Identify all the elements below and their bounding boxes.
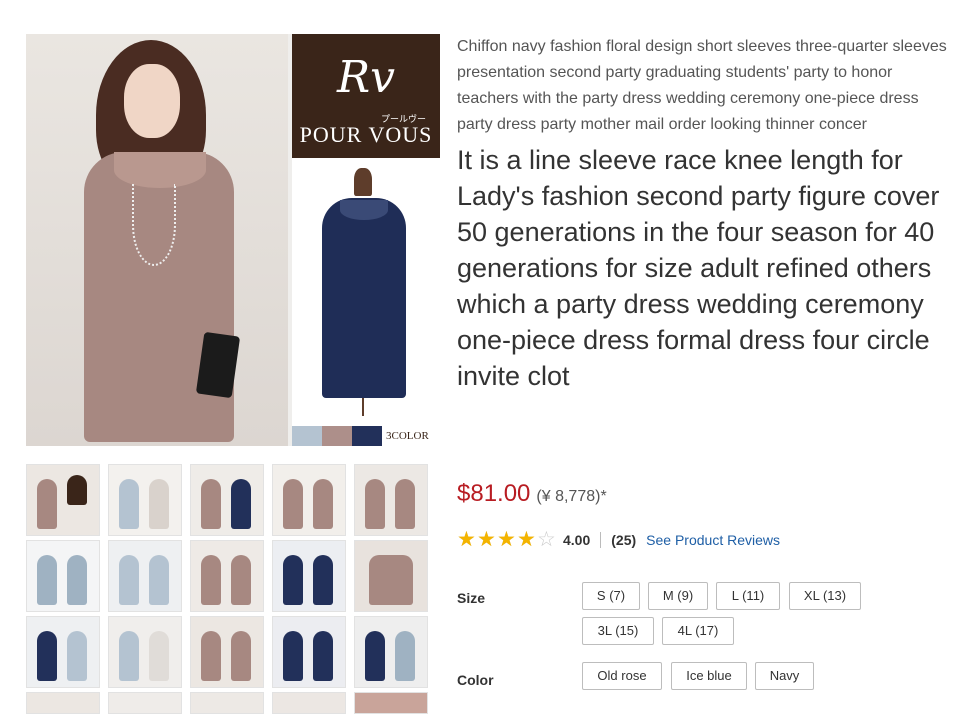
thumbnail[interactable]	[26, 464, 100, 536]
size-option-3l[interactable]: 3L (15)	[582, 617, 654, 645]
thumbnail[interactable]	[354, 616, 428, 688]
swatch-ice-blue	[292, 426, 322, 446]
thumbnail-grid	[26, 464, 440, 714]
star-icon: ☆★	[477, 528, 496, 551]
swatch-navy	[352, 426, 382, 446]
price-block: $81.00 (¥ 8,778)*	[457, 480, 607, 508]
brand-logo: Rv プールヴー POUR VOUS	[292, 34, 440, 158]
color-option-old-rose[interactable]: Old rose	[582, 662, 662, 690]
thumbnail[interactable]	[26, 540, 100, 612]
product-subtitle: Chiffon navy fashion floral design short…	[457, 38, 947, 133]
divider	[600, 532, 602, 548]
color-swatch-strip: 3COLOR	[292, 426, 440, 446]
product-title: It is a line sleeve race knee length for…	[457, 145, 940, 391]
thumbnail[interactable]	[108, 464, 182, 536]
thumbnail[interactable]	[190, 616, 264, 688]
color-option-navy[interactable]: Navy	[755, 662, 814, 690]
size-option-4l[interactable]: 4L (17)	[662, 617, 734, 645]
color-label: Color	[457, 672, 494, 688]
thumbnail[interactable]	[272, 692, 346, 714]
thumbnail[interactable]	[272, 616, 346, 688]
thumbnail[interactable]	[354, 464, 428, 536]
thumbnail[interactable]	[272, 540, 346, 612]
review-count: (25)	[611, 532, 637, 548]
star-icon: ☆★	[457, 528, 476, 551]
thumbnail[interactable]	[26, 692, 100, 714]
product-info: Chiffon navy fashion floral design short…	[457, 34, 947, 394]
thumbnail[interactable]	[354, 692, 428, 714]
thumbnail[interactable]	[108, 616, 182, 688]
product-gallery: Rv プールヴー POUR VOUS 3COLOR	[26, 34, 440, 714]
color-count: 3COLOR	[386, 430, 429, 442]
price-usd: $81.00	[457, 480, 531, 507]
main-product-image[interactable]: Rv プールヴー POUR VOUS 3COLOR	[26, 34, 440, 446]
mannequin-photo	[292, 158, 440, 426]
thumbnail[interactable]	[190, 692, 264, 714]
brand-name: POUR VOUS	[299, 122, 433, 147]
size-option-l[interactable]: L (11)	[716, 582, 780, 610]
model-photo	[26, 34, 288, 446]
swatch-old-rose	[322, 426, 352, 446]
star-rating: ☆★☆★☆★☆★☆★	[457, 528, 557, 551]
thumbnail[interactable]	[190, 540, 264, 612]
thumbnail[interactable]	[354, 540, 428, 612]
color-option-ice-blue[interactable]: Ice blue	[671, 662, 747, 690]
thumbnail[interactable]	[108, 692, 182, 714]
price-yen: (¥ 8,778)*	[536, 488, 607, 505]
thumbnail[interactable]	[272, 464, 346, 536]
size-label: Size	[457, 590, 486, 606]
brand-mark: Rv	[337, 52, 395, 103]
thumbnail[interactable]	[26, 616, 100, 688]
star-icon: ☆★	[537, 528, 556, 551]
star-icon: ☆★	[497, 528, 516, 551]
thumbnail[interactable]	[108, 540, 182, 612]
rating-block: ☆★☆★☆★☆★☆★ 4.00 (25) See Product Reviews	[457, 528, 780, 551]
size-option-m[interactable]: M (9)	[648, 582, 708, 610]
star-icon: ☆★	[517, 528, 536, 551]
rating-value: 4.00	[563, 532, 591, 548]
size-option-s[interactable]: S (7)	[582, 582, 640, 610]
thumbnail[interactable]	[190, 464, 264, 536]
see-reviews-link[interactable]: See Product Reviews	[646, 532, 780, 548]
size-option-xl[interactable]: XL (13)	[789, 582, 861, 610]
